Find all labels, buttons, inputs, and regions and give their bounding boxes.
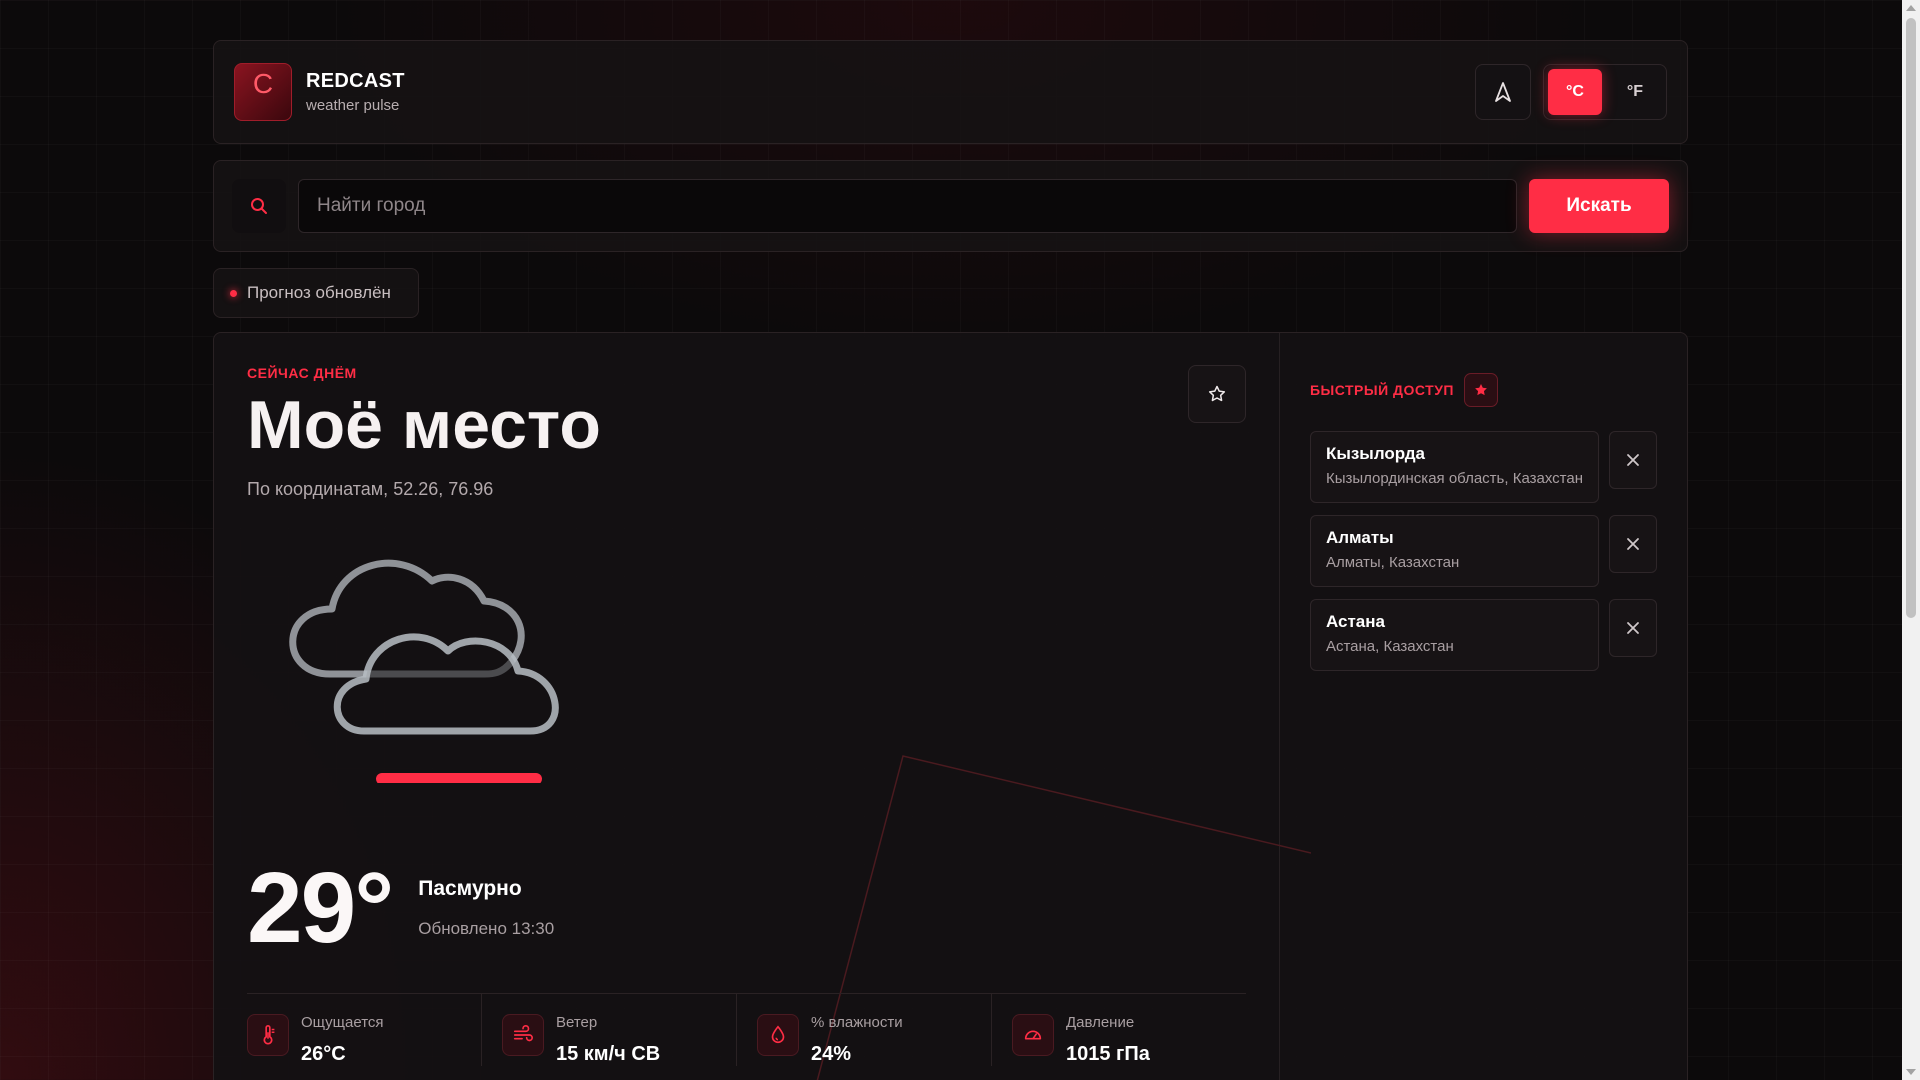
main-panel: СЕЙЧАС ДНЁМ Моё место По координатам, 52… xyxy=(213,332,1688,1080)
stat-label: % влажности xyxy=(810,1014,903,1031)
scrollbar-thumb[interactable] xyxy=(1906,18,1916,618)
stat-value: 26°C xyxy=(301,1043,346,1065)
stat-label: Ощущается xyxy=(301,1014,384,1031)
quick-access-header: БЫСТРЫЙ ДОСТУП xyxy=(1310,373,1657,407)
close-icon xyxy=(1627,622,1639,634)
stat-feels-like: Ощущается 26°C xyxy=(247,994,482,1066)
quick-access-city-button[interactable]: Астана Астана, Казахстан xyxy=(1309,599,1599,671)
star-filled-icon xyxy=(1463,373,1498,407)
city-name: Алматы xyxy=(1325,528,1394,547)
city-search-input[interactable] xyxy=(298,179,1517,233)
stat-label: Ветер xyxy=(555,1014,598,1031)
status-text: Прогноз обновлён xyxy=(247,283,391,302)
time-of-day-label: СЕЙЧАС ДНЁМ xyxy=(247,365,357,381)
current-temperature: 29° xyxy=(247,852,394,964)
brand-logo: C xyxy=(234,63,292,121)
stat-pressure: Давление 1015 гПа xyxy=(992,994,1246,1066)
stat-value: 1015 гПа xyxy=(1065,1043,1150,1065)
city-name: Астана xyxy=(1325,612,1385,631)
search-button[interactable]: Искать xyxy=(1529,179,1669,233)
status-badge: Прогноз обновлён xyxy=(213,268,419,318)
condition-text: Пасмурно xyxy=(418,877,522,900)
unit-fahrenheit-button[interactable]: °F xyxy=(1608,69,1662,115)
brand-name: REDCAST xyxy=(306,70,405,92)
stat-wind: Ветер 15 км/ч СВ xyxy=(482,994,737,1066)
stat-label: Давление xyxy=(1065,1014,1135,1031)
remove-city-button[interactable] xyxy=(1609,515,1657,573)
cloud-icon xyxy=(289,559,559,783)
unit-toggle: °C °F xyxy=(1543,64,1667,120)
condition-block: Пасмурно Обновлено 13:30 xyxy=(418,877,554,939)
location-coordinates: По координатам, 52.26, 76.96 xyxy=(247,479,494,499)
brand: REDCAST weather pulse xyxy=(306,70,405,114)
app-container: C REDCAST weather pulse °C °F Ис xyxy=(213,40,1688,1080)
weather-accent-bar xyxy=(376,773,542,783)
search-icon xyxy=(232,179,286,233)
star-outline-icon xyxy=(1208,385,1226,402)
add-favorite-button[interactable] xyxy=(1187,365,1246,423)
current-weather: СЕЙЧАС ДНЁМ Моё место По координатам, 52… xyxy=(214,333,1311,1080)
stat-value: 24% xyxy=(810,1043,851,1065)
close-icon xyxy=(1627,454,1639,466)
weather-stats: Ощущается 26°C Ветер 15 км/ч СВ % влажно… xyxy=(247,993,1246,1066)
city-name: Кызылорда xyxy=(1325,444,1425,463)
geolocate-button[interactable] xyxy=(1475,64,1531,120)
quick-access-city-button[interactable]: Кызылорда Кызылординская область, Казахс… xyxy=(1309,431,1599,503)
list-item: Астана Астана, Казахстан xyxy=(1309,599,1657,671)
city-region: Астана, Казахстан xyxy=(1325,638,1454,655)
quick-access-panel: БЫСТРЫЙ ДОСТУП Кызылорда Кызылординская … xyxy=(1280,333,1687,1080)
brand-logo-letter: C xyxy=(252,68,274,99)
search-bar: Искать xyxy=(213,160,1688,252)
status-dot-icon xyxy=(230,289,237,297)
city-region: Алматы, Казахстан xyxy=(1325,554,1460,571)
temperature-block: 29° Пасмурно Обновлено 13:30 xyxy=(247,858,554,958)
app-header: C REDCAST weather pulse °C °F xyxy=(213,40,1688,144)
list-item: Алматы Алматы, Казахстан xyxy=(1309,515,1657,587)
page-scrollbar[interactable] xyxy=(1902,0,1920,1080)
city-region: Кызылординская область, Казахстан xyxy=(1325,470,1583,487)
remove-city-button[interactable] xyxy=(1609,431,1657,489)
location-title: Моё место xyxy=(247,387,601,463)
updated-time: Обновлено 13:30 xyxy=(418,919,555,938)
scroll-up-arrow-icon[interactable] xyxy=(1906,5,1916,11)
stat-value: 15 км/ч СВ xyxy=(555,1043,661,1065)
quick-access-city-button[interactable]: Алматы Алматы, Казахстан xyxy=(1309,515,1599,587)
thermometer-icon xyxy=(247,1014,289,1056)
stat-humidity: % влажности 24% xyxy=(737,994,992,1066)
gauge-icon xyxy=(1011,1014,1054,1056)
scroll-down-arrow-icon[interactable] xyxy=(1906,1069,1916,1075)
navigation-arrow-icon xyxy=(1495,82,1511,102)
unit-celsius-button[interactable]: °C xyxy=(1548,69,1602,115)
quick-access-list: Кызылорда Кызылординская область, Казахс… xyxy=(1309,431,1657,671)
list-item: Кызылорда Кызылординская область, Казахс… xyxy=(1309,431,1657,503)
header-actions: °C °F xyxy=(1475,64,1667,120)
remove-city-button[interactable] xyxy=(1609,599,1657,657)
droplet-icon xyxy=(756,1014,799,1056)
brand-subtitle: weather pulse xyxy=(306,97,400,114)
quick-access-title: БЫСТРЫЙ ДОСТУП xyxy=(1309,382,1454,398)
close-icon xyxy=(1627,538,1639,550)
wind-icon xyxy=(501,1014,544,1056)
